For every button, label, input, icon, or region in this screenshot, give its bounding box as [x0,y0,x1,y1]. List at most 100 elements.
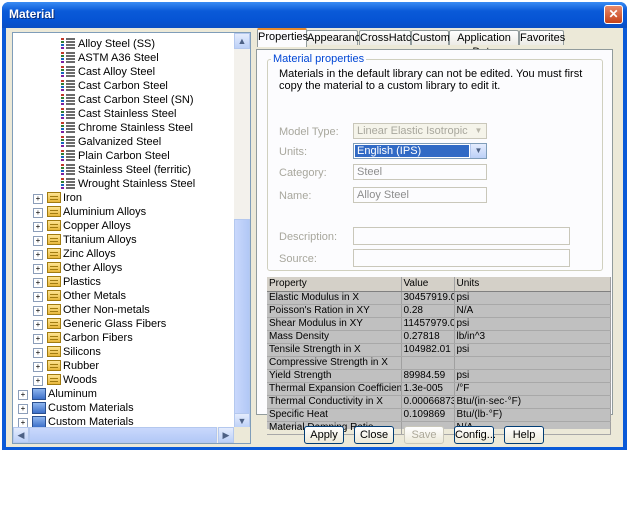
tree-material-item[interactable]: ASTM A36 Steel [13,51,233,65]
tree-library-item[interactable]: + Aluminum [13,387,233,401]
tree-folder-item[interactable]: + Generic Glass Fibers [13,317,233,331]
scroll-up-button[interactable]: ▲ [234,33,250,49]
tree-material-item[interactable]: Cast Stainless Steel [13,107,233,121]
column-header-units[interactable]: Units [454,277,611,292]
tab-label: Appearance [307,32,367,44]
tree-folder-item[interactable]: + Plastics [13,275,233,289]
expand-icon[interactable]: + [33,236,43,246]
material-folder-icon [47,346,61,357]
table-row[interactable]: Tensile Strength in X 104982.01 psi [267,343,611,357]
tree-folder-item[interactable]: + Other Non-metals [13,303,233,317]
tab-label: CrossHatch [360,32,418,44]
tree-material-item[interactable]: Galvanized Steel [13,135,233,149]
tree-material-item[interactable]: Chrome Stainless Steel [13,121,233,135]
tree-material-item[interactable]: Alloy Steel (SS) [13,37,233,51]
close-button[interactable]: Close [354,426,394,444]
cell-value: 0.28 [401,304,455,318]
material-tree[interactable]: Alloy Steel (SS) ASTM A36 Steel Cast Alloy… [12,32,251,444]
tree-vertical-scrollbar[interactable]: ▲ ▼ [234,33,250,429]
expand-icon[interactable]: + [33,208,43,218]
tree-material-item[interactable]: Plain Carbon Steel [13,149,233,163]
tree-folder-item[interactable]: + Copper Alloys [13,219,233,233]
config-button[interactable]: Config... [454,426,496,444]
expand-icon[interactable]: + [18,390,28,400]
category-field: Steel [353,164,487,180]
chevron-right-icon: ▶ [222,430,230,440]
tree-item-label: Aluminium Alloys [63,206,147,218]
source-field [353,249,570,267]
material-folder-icon [47,374,61,385]
tree-item-label: Carbon Fibers [63,332,133,344]
tree-horizontal-scrollbar[interactable]: ◀ ▶ [13,427,234,443]
tree-folder-item[interactable]: + Woods [13,373,233,387]
model-type-select: Linear Elastic Isotropic ▼ [353,123,487,139]
expand-icon[interactable]: + [33,250,43,260]
table-row[interactable]: Yield Strength 89984.59 psi [267,369,611,383]
tree-folder-item[interactable]: + Titanium Alloys [13,233,233,247]
expand-icon[interactable]: + [33,306,43,316]
tree-folder-item[interactable]: + Zinc Alloys [13,247,233,261]
cell-value: 1.3e-005 [401,382,455,396]
tab-appearance[interactable]: Appearance [306,30,366,45]
material-folder-icon [47,290,61,301]
expand-icon[interactable]: + [33,320,43,330]
expand-icon[interactable]: + [33,376,43,386]
tree-material-item[interactable]: Cast Alloy Steel [13,65,233,79]
property-table[interactable]: Property Value Units Elastic Modulus in … [267,277,611,435]
table-row[interactable]: Thermal Expansion Coefficient in X1.3e-0… [267,382,611,396]
units-select[interactable]: English (IPS) ▼ [353,143,487,159]
tree-material-item[interactable]: Cast Carbon Steel [13,79,233,93]
expand-icon[interactable]: + [33,334,43,344]
chevron-up-icon: ▲ [237,36,247,46]
table-row[interactable]: Poisson's Ration in XY 0.28 N/A [267,304,611,318]
expand-icon[interactable]: + [33,264,43,274]
cell-property: Thermal Conductivity in X [267,395,402,409]
expand-icon[interactable]: + [18,404,28,414]
cell-value: 0.000668738 [401,395,455,409]
tree-item-label: ASTM A36 Steel [78,52,159,64]
column-header-property[interactable]: Property [267,277,402,292]
tree-folder-item[interactable]: + Other Alloys [13,261,233,275]
tree-folder-item[interactable]: + Rubber [13,359,233,373]
cell-units: /°F [454,382,611,396]
scroll-right-button[interactable]: ▶ [218,427,234,443]
expand-icon[interactable]: + [33,278,43,288]
tree-item-label: Wrought Stainless Steel [78,178,196,190]
apply-button[interactable]: Apply [304,426,344,444]
table-row[interactable]: Mass Density 0.27818 lb/in^3 [267,330,611,344]
tree-horizontal-thumb[interactable] [29,427,217,443]
tab-properties[interactable]: Properties [257,28,308,47]
tree-material-item[interactable]: Wrought Stainless Steel [13,177,233,191]
save-button[interactable]: Save [404,426,444,444]
table-row[interactable]: Thermal Conductivity in X0.000668738Btu/… [267,395,611,409]
help-button[interactable]: Help [504,426,544,444]
tree-folder-item[interactable]: + Carbon Fibers [13,331,233,345]
title-bar[interactable]: Material ✕ [2,2,627,28]
tab-custom[interactable]: Custom [411,30,450,45]
chevron-down-icon[interactable]: ▼ [470,144,486,158]
expand-icon[interactable]: + [33,348,43,358]
tree-folder-item[interactable]: + Iron [13,191,233,205]
expand-icon[interactable]: + [33,222,43,232]
tab-crosshatch[interactable]: CrossHatch [359,30,417,45]
table-row[interactable]: Elastic Modulus in X30457919.08psi [267,291,611,305]
tree-folder-item[interactable]: + Aluminium Alloys [13,205,233,219]
expand-icon[interactable]: + [33,362,43,372]
close-window-button[interactable]: ✕ [604,5,623,24]
tree-vertical-thumb[interactable] [234,219,250,419]
tree-material-item[interactable]: Stainless Steel (ferritic) [13,163,233,177]
material-folder-icon [47,332,61,343]
table-row[interactable]: Specific Heat 0.109869 Btu/(lb·°F) [267,408,611,422]
tab-application-data[interactable]: Application Data [449,30,519,58]
tab-favorites[interactable]: Favorites [519,30,565,45]
tree-material-item[interactable]: Cast Carbon Steel (SN) [13,93,233,107]
expand-icon[interactable]: + [33,292,43,302]
table-row[interactable]: Compressive Strength in X [267,356,611,370]
scroll-left-button[interactable]: ◀ [13,427,29,443]
tree-folder-item[interactable]: + Silicons [13,345,233,359]
tree-folder-item[interactable]: + Other Metals [13,289,233,303]
table-row[interactable]: Shear Modulus in XY11457979.08psi [267,317,611,331]
expand-icon[interactable]: + [33,194,43,204]
tree-library-item[interactable]: + Custom Materials [13,401,233,415]
column-header-value[interactable]: Value [401,277,455,292]
